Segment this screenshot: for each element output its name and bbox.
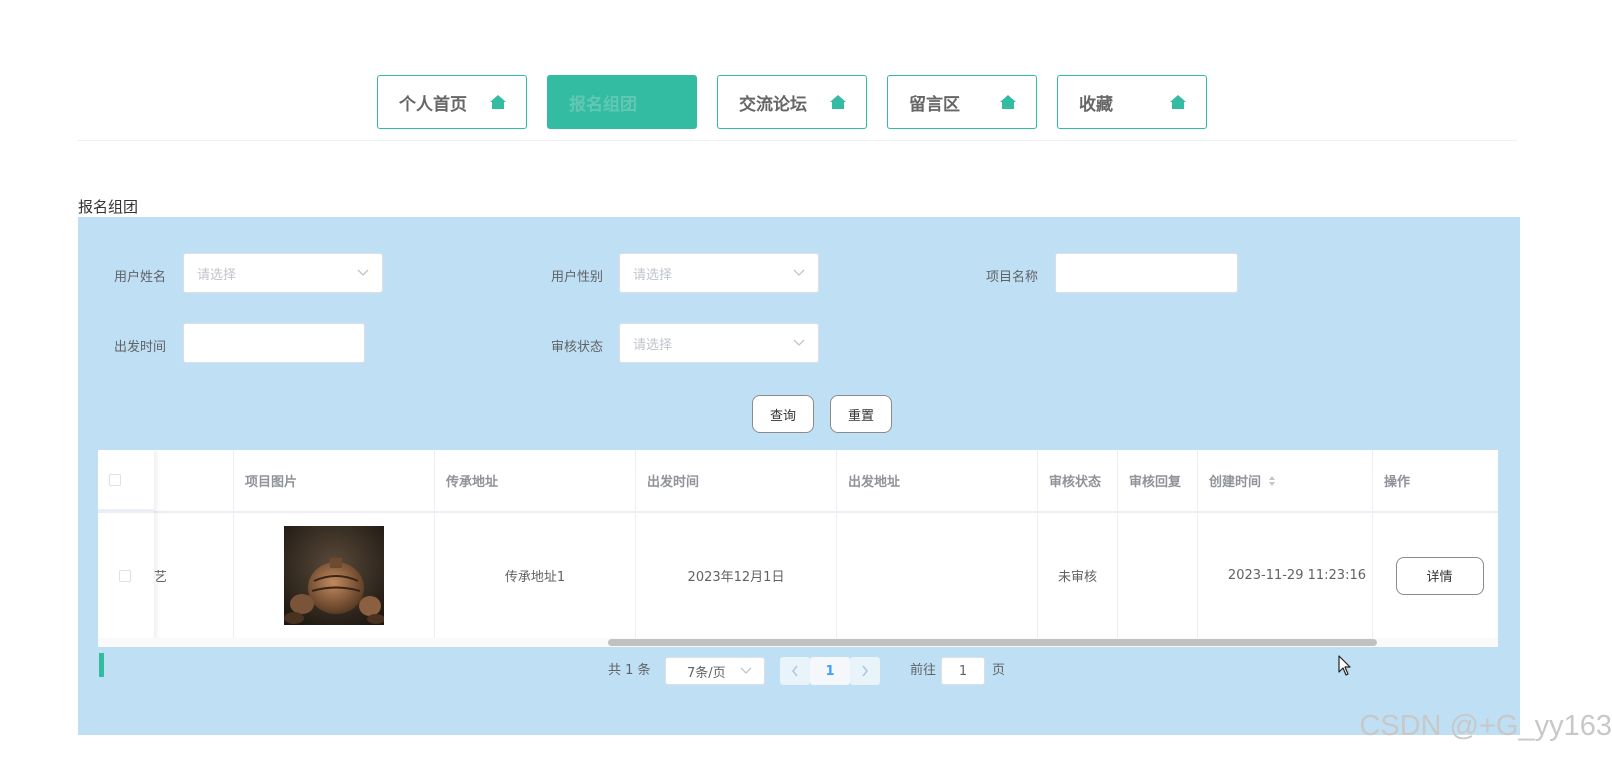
cell-actions: 详情 bbox=[1373, 513, 1498, 638]
header-created-at[interactable]: 创建时间 bbox=[1198, 450, 1373, 511]
top-nav: 个人首页 报名组团 交流论坛 留言区 收藏 bbox=[377, 75, 1207, 129]
pagination: 共 1 条 7条/页 1 前往 1 页 bbox=[78, 653, 1520, 686]
table-header-row: 项目图片 传承地址 出发时间 出发地址 审核状态 审核回复 创建时间 操作 bbox=[98, 450, 1498, 513]
page-suffix: 页 bbox=[992, 663, 1006, 678]
header-checkbox-cell bbox=[98, 450, 154, 511]
tab-favorites[interactable]: 收藏 bbox=[1057, 75, 1207, 129]
cell-project-image bbox=[234, 513, 435, 638]
header-actions: 操作 bbox=[1384, 475, 1411, 490]
cell-review-reply bbox=[1118, 513, 1198, 638]
home-icon bbox=[490, 95, 506, 109]
chevron-down-icon bbox=[793, 339, 805, 346]
project-name-label: 项目名称 bbox=[986, 270, 1039, 285]
page-size-value: 7条/页 bbox=[687, 665, 726, 681]
pagination-total: 共 1 条 bbox=[608, 663, 651, 678]
first-col-text: 艺 bbox=[154, 570, 168, 585]
tab-forum[interactable]: 交流论坛 bbox=[717, 75, 867, 129]
chevron-left-icon bbox=[792, 665, 798, 677]
goto-label: 前往 bbox=[910, 663, 937, 678]
data-table: 项目图片 传承地址 出发时间 出发地址 审核状态 审核回复 创建时间 操作 艺 bbox=[98, 450, 1498, 647]
tab-label: 个人首页 bbox=[399, 94, 467, 115]
select-all-checkbox[interactable] bbox=[109, 473, 121, 486]
cell-depart-time: 2023年12月1日 bbox=[636, 513, 837, 638]
home-icon bbox=[830, 95, 846, 109]
chevron-down-icon bbox=[740, 667, 752, 674]
header-depart-address: 出发地址 bbox=[837, 450, 1038, 511]
user-name-label: 用户姓名 bbox=[114, 270, 167, 285]
project-image bbox=[284, 526, 384, 625]
row-checkbox[interactable] bbox=[119, 569, 131, 582]
home-icon bbox=[1000, 95, 1016, 109]
user-gender-label: 用户性别 bbox=[551, 270, 604, 285]
home-icon bbox=[1170, 95, 1186, 109]
user-name-select[interactable]: 请选择 bbox=[183, 253, 383, 293]
review-status-select[interactable]: 请选择 bbox=[619, 323, 819, 363]
depart-time-label: 出发时间 bbox=[114, 340, 167, 355]
select-placeholder: 请选择 bbox=[197, 267, 237, 283]
table-row: 艺 传承地址1 2023年12月1日 未审核 2023-11-29 11:23:… bbox=[98, 513, 1498, 639]
tab-label: 交流论坛 bbox=[739, 94, 807, 115]
chevron-right-icon bbox=[862, 665, 868, 677]
selection-column bbox=[98, 450, 154, 646]
header-hidden-col bbox=[154, 450, 234, 511]
cell-heritage-address: 传承地址1 bbox=[435, 513, 636, 638]
cell-review-status: 未审核 bbox=[1038, 513, 1118, 638]
sort-icon[interactable] bbox=[1267, 475, 1277, 487]
cell-depart-address bbox=[837, 513, 1038, 638]
page-size-select[interactable]: 7条/页 bbox=[665, 657, 765, 685]
cell-first-col-fragment: 艺 bbox=[154, 513, 234, 638]
select-placeholder: 请选择 bbox=[633, 267, 673, 283]
scroll-thumb[interactable] bbox=[608, 639, 1377, 646]
chevron-down-icon bbox=[793, 269, 805, 276]
watermark: CSDN @+G_yy163 bbox=[1359, 710, 1612, 742]
tab-message-board[interactable]: 留言区 bbox=[887, 75, 1037, 129]
chevron-down-icon bbox=[357, 269, 369, 276]
header-review-status: 审核状态 bbox=[1038, 450, 1118, 511]
row-checkbox-cell bbox=[98, 513, 154, 638]
main-panel: 用户姓名 请选择 用户性别 请选择 项目名称 出发时间 审核状态 请选择 查询 … bbox=[78, 217, 1520, 735]
select-placeholder: 请选择 bbox=[633, 337, 673, 353]
tab-personal-home[interactable]: 个人首页 bbox=[377, 75, 527, 129]
page-title: 报名组团 bbox=[78, 198, 139, 216]
project-name-input[interactable] bbox=[1055, 253, 1238, 293]
cell-created-at: 2023-11-29 11:23:16 bbox=[1198, 513, 1373, 638]
mouse-cursor-icon bbox=[1338, 655, 1351, 676]
goto-page-input[interactable]: 1 bbox=[941, 657, 985, 685]
review-status-label: 审核状态 bbox=[551, 340, 604, 355]
tab-label: 收藏 bbox=[1079, 94, 1113, 115]
prev-page-button[interactable] bbox=[780, 657, 810, 685]
page-number-current[interactable]: 1 bbox=[810, 657, 850, 685]
header-heritage-address: 传承地址 bbox=[435, 450, 636, 511]
horizontal-scrollbar[interactable] bbox=[98, 638, 1498, 647]
header-depart-time: 出发时间 bbox=[636, 450, 837, 511]
tab-label: 报名组团 bbox=[569, 94, 637, 115]
tab-signup-group[interactable]: 报名组团 bbox=[547, 75, 697, 129]
detail-button[interactable]: 详情 bbox=[1395, 556, 1484, 595]
header-label: 创建时间 bbox=[1209, 475, 1262, 490]
header-review-reply: 审核回复 bbox=[1118, 450, 1198, 511]
next-page-button[interactable] bbox=[850, 657, 880, 685]
user-gender-select[interactable]: 请选择 bbox=[619, 253, 819, 293]
query-button[interactable]: 查询 bbox=[752, 395, 814, 433]
tab-label: 留言区 bbox=[909, 94, 960, 115]
reset-button[interactable]: 重置 bbox=[830, 395, 892, 433]
depart-time-input[interactable] bbox=[183, 323, 365, 363]
accent-bar bbox=[99, 653, 104, 677]
header-project-image: 项目图片 bbox=[234, 450, 435, 511]
nav-divider bbox=[77, 140, 1517, 141]
